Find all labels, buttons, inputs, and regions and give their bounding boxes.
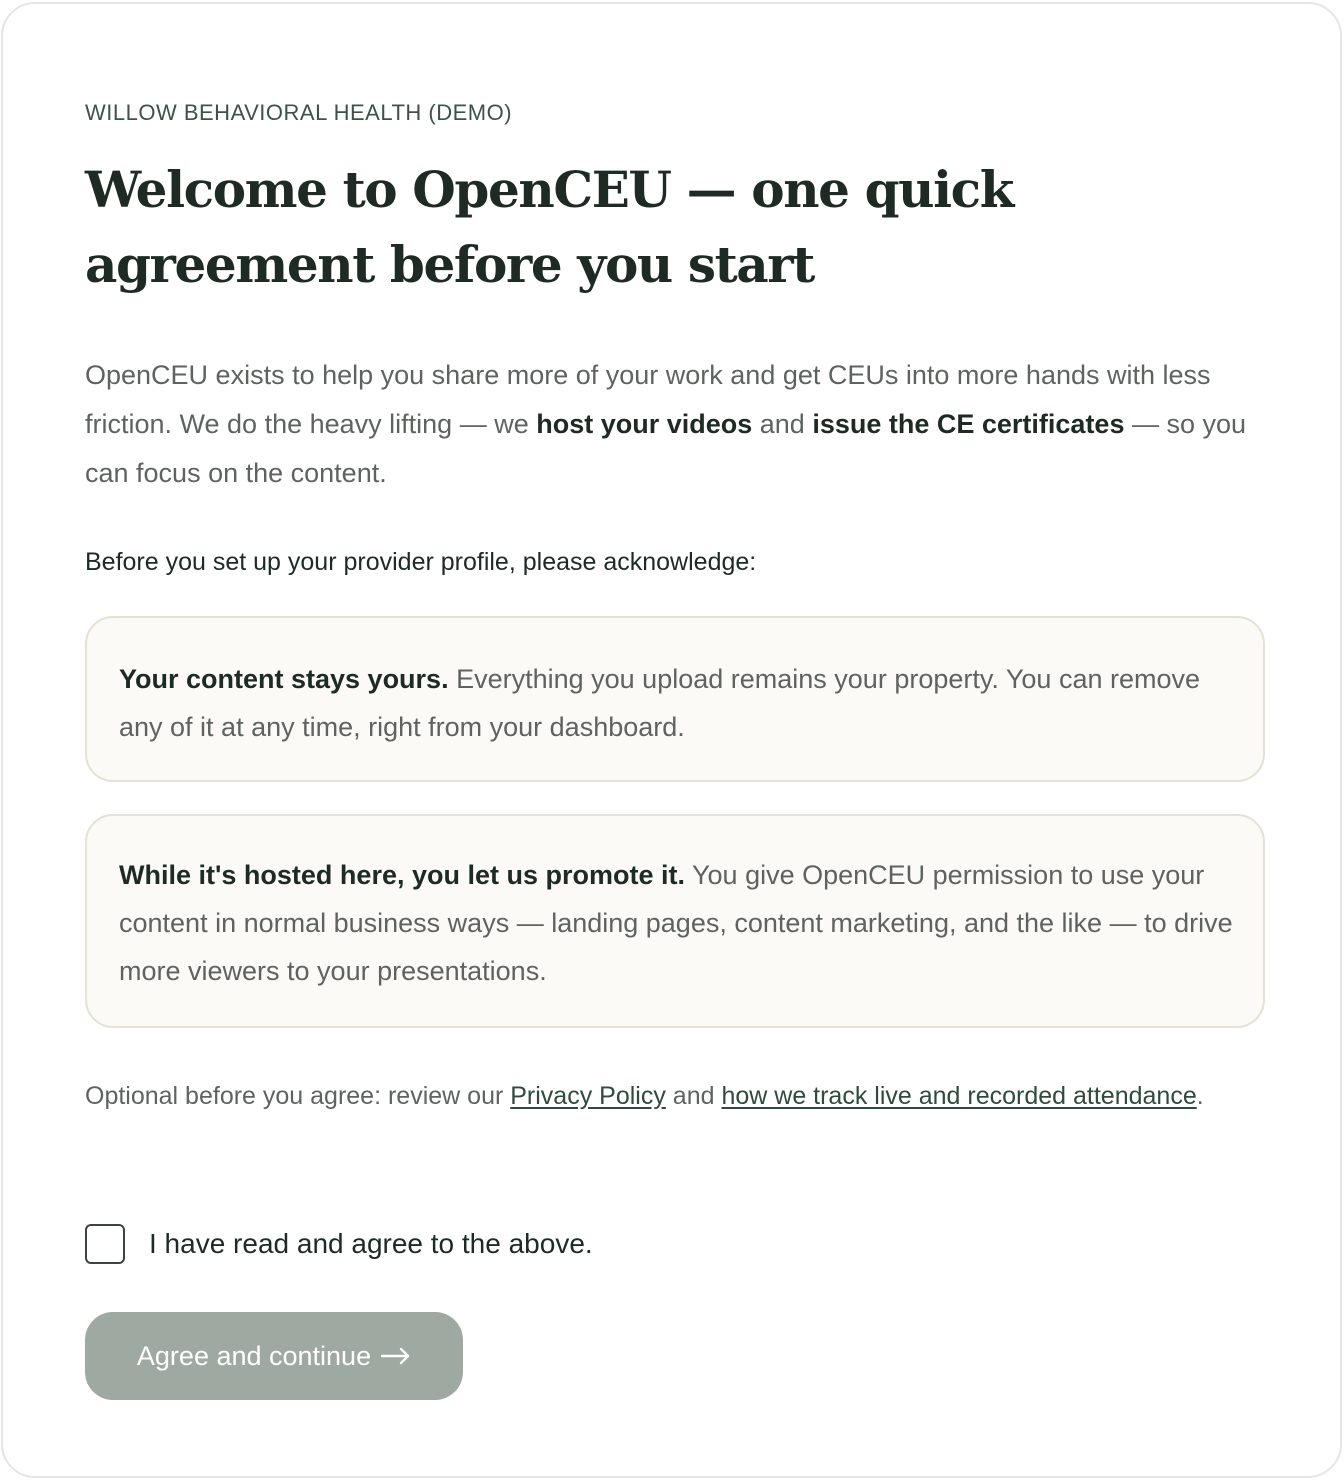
arrow-right-icon (381, 1347, 410, 1365)
optional-review-text: Optional before you agree: review our Pr… (85, 1076, 1270, 1116)
optional-prefix: Optional before you agree: review our (85, 1082, 511, 1110)
agreement-row[interactable]: I have read and agree to the above. (85, 1224, 593, 1264)
acknowledgement-box-promotion: While it's hosted here, you let us promo… (85, 814, 1265, 1028)
attendance-tracking-link[interactable]: how we track live and recorded attendanc… (721, 1082, 1196, 1110)
intro-text: and (752, 409, 813, 439)
optional-suffix: . (1196, 1082, 1204, 1110)
acknowledgement-box-ownership: Your content stays yours. Everything you… (85, 616, 1265, 782)
agreement-checkbox-label[interactable]: I have read and agree to the above. (149, 1228, 593, 1260)
intro-paragraph: OpenCEU exists to help you share more of… (85, 351, 1270, 498)
intro-highlight-certificates: issue the CE certificates (812, 409, 1125, 439)
intro-highlight-hosting: host your videos (536, 409, 753, 439)
page-title: Welcome to OpenCEU — one quick agreement… (85, 160, 1014, 294)
acknowledgement-heading: Your content stays yours. (119, 664, 449, 694)
optional-middle: and (665, 1082, 722, 1110)
agreement-checkbox[interactable] (85, 1224, 125, 1264)
agree-continue-button[interactable]: Agree and continue (85, 1312, 463, 1400)
agreement-card: WILLOW BEHAVIORAL HEALTH (DEMO) Welcome … (1, 2, 1342, 1478)
acknowledge-prompt: Before you set up your provider profile,… (85, 548, 757, 576)
acknowledgement-heading: While it's hosted here, you let us promo… (119, 860, 685, 890)
agree-continue-label: Agree and continue (136, 1340, 372, 1371)
organization-name: WILLOW BEHAVIORAL HEALTH (DEMO) (85, 100, 513, 125)
privacy-policy-link[interactable]: Privacy Policy (510, 1082, 666, 1110)
